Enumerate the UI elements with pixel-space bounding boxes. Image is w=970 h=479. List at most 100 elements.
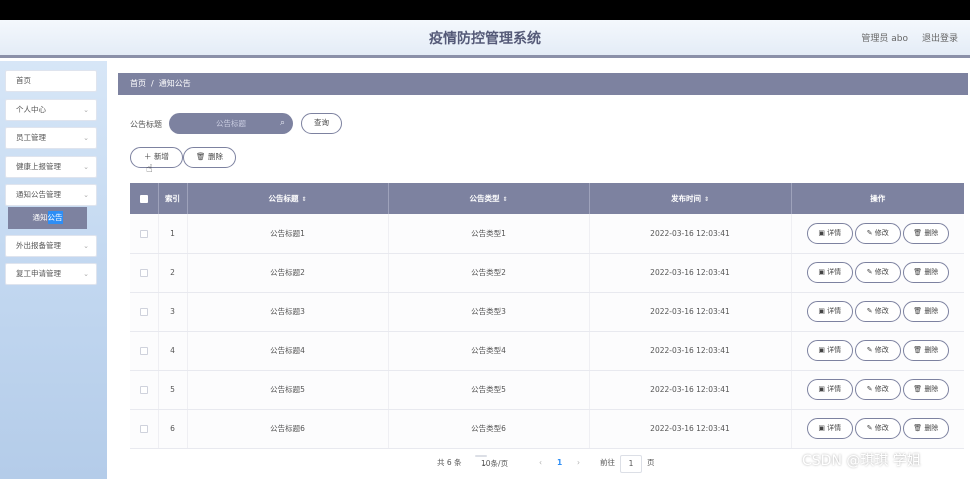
detail-label: 详情 [827,268,842,276]
edit-label: 修改 [874,268,889,276]
detail-button[interactable]: ▣ 详情 [806,379,853,400]
detail-label: 详情 [827,307,842,315]
prev-page-button[interactable]: ‹ [539,455,542,471]
sidebar-item-health-report[interactable]: 健康上报管理 ⌄ [5,156,97,178]
detail-button[interactable]: ▣ 详情 [806,222,853,244]
row-type: 公告类型5 [388,370,590,410]
sidebar-item-notice-management[interactable]: 通知公告管理 ⌄ [5,184,97,206]
trash-icon: 🗑︎ [913,228,923,237]
row-select-cell[interactable] [130,214,159,254]
row-time: 2022-03-16 12:03:41 [589,370,792,410]
column-header-time[interactable]: 发布时间 ⇕ [589,183,792,214]
row-select-cell[interactable] [130,292,159,332]
edit-icon: ✎ [866,346,873,354]
table-row: 1 公告标题1 公告类型1 2022-03-16 12:03:41 ▣ 详情 ✎ 修改 🗑︎… [130,214,964,254]
trash-icon: 🗑︎ [913,424,923,432]
logout-link[interactable]: 退出登录 [922,20,958,58]
sidebar-item-label: 首页 [16,76,31,85]
edit-button[interactable]: ✎ 修改 [854,379,901,400]
delete-label: 删除 [924,268,939,276]
delete-button[interactable]: 🗑︎ 删除 [902,340,949,361]
goto-page-input[interactable]: 1 [620,455,642,473]
edit-label: 修改 [874,228,889,237]
sidebar-item-label: 个人中心 [16,105,46,114]
row-checkbox[interactable] [139,347,148,355]
current-user-label: 管理员 abo [861,34,908,44]
sort-icon[interactable]: ⇕ [704,196,709,203]
edit-button[interactable]: ✎ 修改 [854,340,901,361]
delete-button[interactable]: 🗑︎ 删除 [902,262,949,283]
current-page-number[interactable]: 1 [557,455,562,471]
row-title: 公告标题2 [187,253,389,293]
row-title: 公告标题4 [187,331,389,371]
delete-button[interactable]: 🗑︎ 删除 [902,222,949,244]
row-checkbox[interactable] [139,425,148,433]
row-checkbox[interactable] [139,229,148,238]
column-header-title[interactable]: 公告标题 ⇕ [187,183,389,214]
sidebar-item-personal-center[interactable]: 个人中心 ⌄ [5,99,97,121]
edit-button[interactable]: ✎ 修改 [854,222,901,244]
row-select-cell[interactable] [130,331,159,371]
search-input[interactable]: 公告标题 ⌕ [169,113,293,134]
delete-label: 删除 [924,228,939,237]
detail-button[interactable]: ▣ 详情 [806,418,853,439]
sidebar-subitem-notice[interactable]: 通知公告 [8,207,87,229]
detail-button[interactable]: ▣ 详情 [806,262,853,283]
row-checkbox[interactable] [139,386,148,394]
top-black-bar [0,0,970,20]
row-actions: ▣ 详情 ✎ 修改 🗑︎ 删除 [791,214,964,254]
mouse-pointer-icon: ☝ [146,162,153,175]
select-all-cell[interactable] [130,183,159,214]
notice-table: 索引 公告标题 ⇕ 公告类型 ⇕ 发布时间 ⇕ 操作 1 公告标题1 公告类型1 2022-… [130,183,964,449]
row-select-cell[interactable] [130,253,159,293]
chevron-down-icon: ⌄ [83,106,89,114]
row-index: 3 [158,292,188,332]
detail-button[interactable]: ▣ 详情 [806,340,853,361]
sidebar-item-outing-report[interactable]: 外出报备管理 ⌄ [5,235,97,257]
row-time: 2022-03-16 12:03:41 [589,409,792,449]
edit-button[interactable]: ✎ 修改 [854,262,901,283]
row-time: 2022-03-16 12:03:41 [589,331,792,371]
sort-icon[interactable]: ⇕ [502,196,507,203]
next-page-button[interactable]: › [577,455,580,471]
row-select-cell[interactable] [130,370,159,410]
breadcrumb-separator: / [151,79,154,88]
app-title: 疫情防控管理系统 [429,31,541,47]
delete-button[interactable]: 🗑︎ 删除 [902,418,949,439]
add-button[interactable]: ＋ 新增 [130,147,183,168]
row-time: 2022-03-16 12:03:41 [589,292,792,332]
sidebar-item-label: 外出报备管理 [16,241,61,250]
sort-icon[interactable]: ⇕ [301,196,306,203]
row-checkbox[interactable] [139,308,148,316]
edit-button[interactable]: ✎ 修改 [854,418,901,439]
column-header-type[interactable]: 公告类型 ⇕ [388,183,590,214]
table-row: 6 公告标题6 公告类型6 2022-03-16 12:03:41 ▣ 详情 ✎ 修改 🗑︎… [130,409,964,449]
edit-label: 修改 [874,424,889,432]
chevron-down-icon: ⌄ [83,163,89,171]
bulk-delete-button[interactable]: 🗑︎ 删除 [183,147,236,168]
bulk-delete-label: 删除 [207,152,223,161]
row-checkbox[interactable] [139,269,148,277]
delete-button[interactable]: 🗑︎ 删除 [902,379,949,400]
row-index: 1 [158,214,188,254]
search-button[interactable]: 查询 [301,113,342,134]
breadcrumb-home[interactable]: 首页 [130,79,146,88]
edit-icon: ✎ [866,385,873,393]
chevron-up-icon: ⌄ [83,191,89,199]
page-size-select[interactable]: 10条/页 ⌄ [475,455,508,468]
column-header-actions: 操作 [791,183,964,214]
delete-button[interactable]: 🗑︎ 删除 [902,301,949,322]
row-type: 公告类型1 [388,214,590,254]
row-select-cell[interactable] [130,409,159,449]
detail-icon: ▣ [818,268,825,276]
sidebar-item-return-to-work[interactable]: 复工申请管理 ⌄ [5,263,97,285]
sidebar-item-employee-management[interactable]: 员工管理 ⌄ [5,127,97,149]
edit-icon: ✎ [866,307,873,315]
edit-button[interactable]: ✎ 修改 [854,301,901,322]
sidebar-item-home[interactable]: 首页 [5,70,97,92]
search-icon: ⌕ [279,118,285,128]
row-actions: ▣ 详情 ✎ 修改 🗑︎ 删除 [791,292,964,332]
detail-button[interactable]: ▣ 详情 [806,301,853,322]
chevron-down-icon: ⌄ [83,242,89,250]
select-all-checkbox[interactable] [139,195,148,203]
